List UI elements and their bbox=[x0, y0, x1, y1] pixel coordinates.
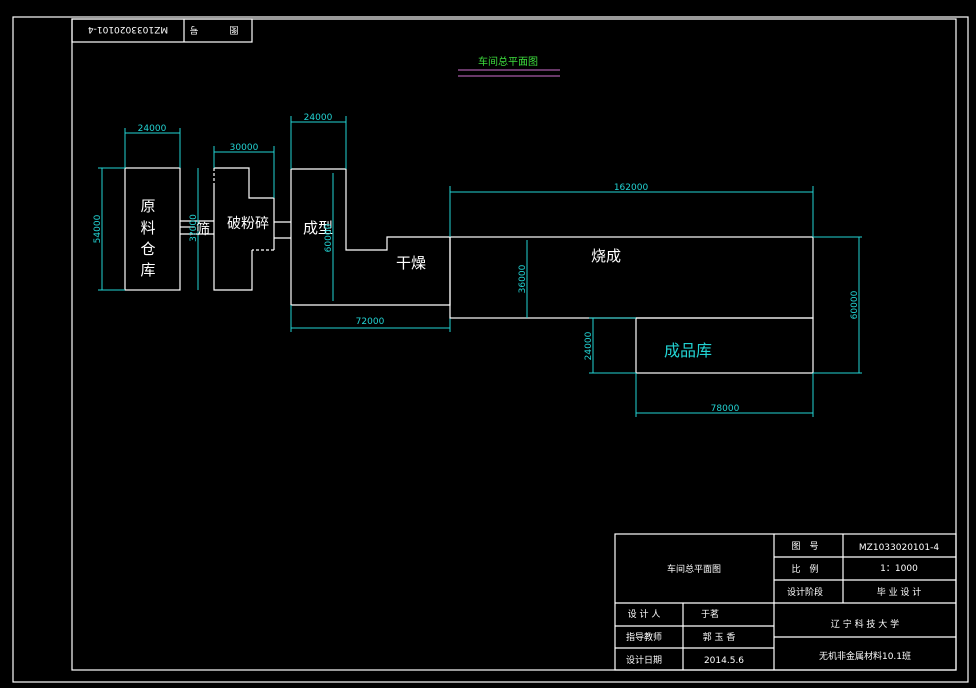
stamp-box: MZ1033020101-4 号 图 bbox=[71, 18, 253, 43]
svg-text:破粉碎: 破粉碎 bbox=[227, 216, 269, 232]
svg-text:指导教师: 指导教师 bbox=[626, 631, 662, 643]
raw-material-store: 原 料 仓 库 bbox=[124, 167, 181, 291]
svg-text:库: 库 bbox=[140, 261, 155, 279]
dim-raw-height: 54000 bbox=[93, 167, 125, 291]
drying-label: 干燥 bbox=[396, 254, 426, 272]
stamp-number: MZ1033020101-4 bbox=[88, 24, 168, 34]
screen-area: 筛 3?000 bbox=[180, 168, 214, 290]
dim-forming-height: 60000 bbox=[324, 173, 334, 301]
svg-text:设计阶段: 设计阶段 bbox=[787, 586, 823, 598]
svg-text:24000: 24000 bbox=[304, 113, 333, 123]
tb-class: 无机非金属材料10.1班 bbox=[819, 650, 911, 662]
svg-text:比 例: 比 例 bbox=[791, 563, 818, 575]
tb-scale: 1：1000 bbox=[880, 564, 918, 574]
svg-text:烧成: 烧成 bbox=[591, 247, 621, 265]
svg-text:原: 原 bbox=[140, 197, 155, 215]
svg-text:成品库: 成品库 bbox=[664, 341, 712, 360]
tb-school: 辽 宁 科 技 大 学 bbox=[831, 618, 899, 630]
svg-text:162000: 162000 bbox=[614, 183, 649, 193]
dim-forming-width: 24000 bbox=[290, 113, 347, 169]
svg-text:30000: 30000 bbox=[230, 143, 259, 153]
stamp-label-a: 号 bbox=[189, 24, 198, 35]
svg-text:60000: 60000 bbox=[324, 223, 334, 252]
cad-drawing: MZ1033020101-4 号 图 车间总平面图 原 料 仓 库 24000 … bbox=[12, 16, 969, 683]
dim-firing-height: 36000 bbox=[518, 240, 528, 318]
dim-product-height: 24000 bbox=[584, 317, 636, 374]
svg-text:设计日期: 设计日期 bbox=[626, 654, 662, 666]
svg-text:36000: 36000 bbox=[518, 264, 528, 293]
svg-text:72000: 72000 bbox=[356, 317, 385, 327]
dim-screen-height: 3?000 bbox=[189, 214, 199, 242]
svg-text:60000: 60000 bbox=[850, 290, 860, 319]
inner-frame bbox=[71, 18, 957, 671]
svg-text:图 号: 图 号 bbox=[791, 541, 818, 552]
tb-advisor: 郭 玉 香 bbox=[703, 631, 736, 643]
svg-text:24000: 24000 bbox=[584, 331, 594, 360]
tb-date: 2014.5.6 bbox=[704, 656, 744, 666]
dim-product-width: 78000 bbox=[635, 373, 814, 417]
tb-stage: 毕 业 设 计 bbox=[877, 586, 922, 598]
dim-firing-length: 162000 bbox=[449, 183, 814, 237]
svg-text:24000: 24000 bbox=[138, 124, 167, 134]
svg-text:料: 料 bbox=[140, 219, 155, 237]
outer-frame bbox=[12, 16, 969, 683]
svg-text:78000: 78000 bbox=[711, 404, 740, 414]
svg-text:54000: 54000 bbox=[93, 214, 103, 243]
forming-drying-area: 成型 干燥 bbox=[290, 168, 451, 306]
crushing-area: 破粉碎 bbox=[213, 167, 275, 291]
drawing-title: 车间总平面图 bbox=[478, 55, 538, 68]
firing-area: 烧成 bbox=[449, 236, 814, 319]
dim-total-height: 60000 bbox=[813, 236, 862, 374]
svg-text:仓: 仓 bbox=[140, 240, 155, 258]
tb-drawing-no: MZ1033020101-4 bbox=[859, 543, 939, 553]
stamp-label-b: 图 bbox=[229, 24, 238, 35]
tb-name: 车间总平面图 bbox=[667, 563, 721, 575]
dim-crush-width: 30000 bbox=[213, 143, 275, 198]
product-store: 成品库 bbox=[635, 317, 814, 374]
dim-raw-width: 24000 bbox=[124, 124, 181, 168]
title-block: 车间总平面图 图 号 MZ1033020101-4 比 例 1：1000 设计阶… bbox=[614, 533, 957, 671]
tb-designer: 于茗 bbox=[701, 609, 719, 620]
svg-text:设 计 人: 设 计 人 bbox=[628, 608, 661, 620]
dim-forming-drying-length: 72000 bbox=[290, 305, 451, 332]
